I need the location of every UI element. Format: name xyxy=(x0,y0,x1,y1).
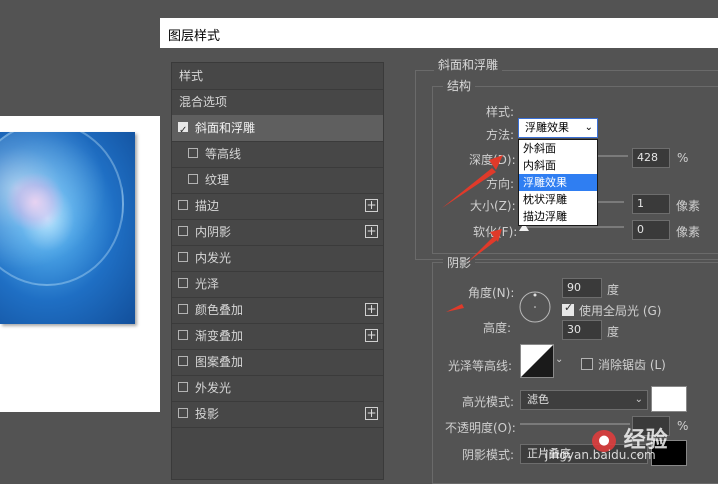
red-arrow-3 xyxy=(446,304,464,312)
red-arrow-1-head xyxy=(489,155,503,170)
annotation-arrows xyxy=(442,155,503,312)
watermark-url: jingyan.baidu.com xyxy=(545,448,656,462)
red-arrow-2 xyxy=(468,236,497,262)
red-arrow-1 xyxy=(442,168,496,208)
